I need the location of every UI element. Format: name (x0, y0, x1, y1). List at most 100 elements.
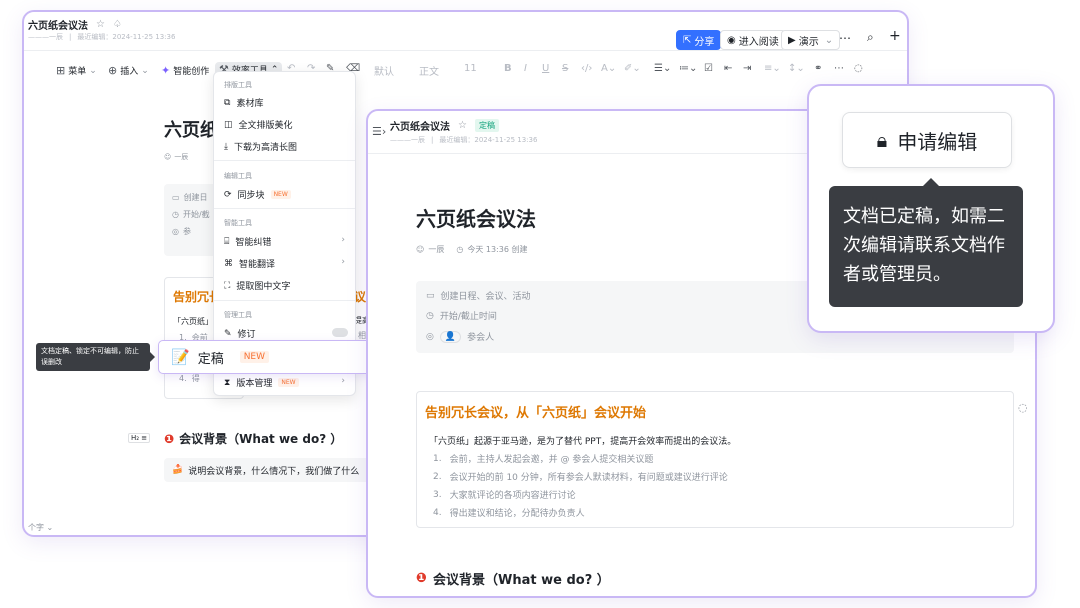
checkbox-icon[interactable]: ☑ (704, 63, 713, 74)
more-icon[interactable]: ⋯ (839, 31, 851, 45)
clock-icon: ◷ (456, 245, 464, 254)
lock-icon: 🔒︎ (876, 128, 888, 152)
section-intro: 「六页纸」起源于亚马逊，是为了替代 PPT，提高开会效率而提出的会议法。 (429, 437, 737, 447)
chevron-right-icon: › (341, 376, 345, 386)
list-item: 4. 得出建议和结论，分配待办负责人 (433, 507, 585, 520)
image-icon: ⧉ (224, 97, 231, 108)
spellcheck-icon: ⌸ (224, 236, 230, 247)
calendar-icon: ▭ (172, 193, 180, 202)
menu-item-material-library[interactable]: ⧉ 素材库 (224, 96, 263, 110)
search-icon[interactable]: ⌕ (867, 30, 874, 45)
chevron-right-icon: › (341, 235, 345, 245)
download-icon: ⤓ (224, 141, 228, 152)
menu-item-version-manage[interactable]: ⧗ 版本管理 NEW (224, 376, 299, 389)
more-format-icon[interactable]: ⋯ (834, 63, 844, 74)
ordered-list-icon[interactable]: ≔⌄ (679, 63, 697, 74)
share-button[interactable]: ⇱ 分享 (676, 30, 722, 50)
word-count: 个字 ⌄ (28, 523, 54, 532)
finalized-badge: 定稿 (474, 119, 499, 132)
share-icon: ⇱ (683, 34, 692, 46)
bell-icon[interactable]: ♤ (113, 19, 122, 30)
style-select[interactable]: 默认 (374, 63, 394, 78)
italic-icon[interactable]: I (524, 63, 527, 74)
bullet-list-icon[interactable]: ☰⌄ (654, 63, 671, 74)
number-one-icon: ❶ (164, 431, 175, 446)
add-icon[interactable]: + (889, 28, 901, 44)
ai-create-button[interactable]: ✦ 智能创作 (161, 64, 209, 77)
section-title: 告别冗长会议，从「六页纸」会议开始 (425, 406, 647, 421)
highlight-icon[interactable]: ✐⌄ (624, 63, 641, 74)
chevron-down-icon[interactable]: ⌄ (825, 35, 833, 46)
sync-icon: ⟳ (224, 189, 232, 200)
code-icon[interactable]: ‹/› (581, 63, 592, 74)
meta-schedule[interactable]: ▭ 创建日程、会议、活动 (426, 289, 531, 303)
back-author: ☺ 一辰 (164, 153, 189, 161)
clock-icon: ◷ (172, 210, 179, 219)
request-edit-button[interactable]: 🔒︎ 申请编辑 (842, 112, 1012, 168)
bold-icon[interactable]: B (504, 63, 512, 74)
back-doc-meta: ———一辰 | 最近编辑：2024-11-25 13:36 (28, 33, 176, 41)
indent-icon[interactable]: ⇥ (743, 63, 751, 74)
comment-icon[interactable]: ◌ (1018, 401, 1028, 414)
font-color-icon[interactable]: A⌄ (601, 63, 616, 74)
menu-item-beautify[interactable]: ◫ 全文排版美化 (224, 118, 293, 132)
sparkle-icon: ✦ (161, 64, 171, 77)
menu-item-smart-translate[interactable]: ⌘ 智能翻译 (224, 257, 275, 271)
menu-item-smart-correct[interactable]: ⌸ 智能纠错 (224, 235, 271, 249)
block-handle[interactable]: H₂ ≡ (128, 433, 151, 443)
finalized-message: 文档已定稿，如需二次编辑请联系文档作者或管理员。 (829, 186, 1023, 307)
list-item: 1. 会前，主持人发起会邀，并 @ 参会人提交相关议题 (433, 453, 654, 466)
insert-button[interactable]: ⊕ 插入 ⌄ (108, 64, 149, 77)
menu-button[interactable]: ⊞ 菜单 ⌄ (56, 64, 97, 77)
strikethrough-icon[interactable]: S (562, 63, 568, 74)
scan-icon: ⛶ (224, 280, 231, 291)
read-mode-button[interactable]: ◉ 进入阅读 (720, 30, 786, 50)
font-size-select[interactable]: 11 (464, 63, 477, 74)
request-edit-label: 申请编辑 (897, 129, 978, 154)
menu-item-download-image[interactable]: ⤓ 下载为高清长图 (224, 140, 297, 154)
menu-group-manage: 管理工具 (224, 311, 252, 319)
history-icon: ⧗ (224, 377, 231, 388)
cake-icon: 🍰 (172, 465, 184, 475)
menu-item-ocr[interactable]: ⛶ 提取图中文字 (224, 279, 290, 293)
star-icon[interactable]: ☆ (458, 120, 467, 131)
star-icon[interactable]: ☆ (96, 19, 105, 30)
translate-icon: ⌘ (224, 258, 233, 269)
back-big-title: 六页纸 (164, 120, 218, 141)
chevron-right-icon: › (341, 257, 345, 267)
grid-icon: ⊞ (56, 64, 66, 77)
menu-group-layout: 排版工具 (224, 81, 252, 89)
back-doc-title[interactable]: 六页纸会议法 (28, 17, 88, 32)
menu-item-sync-block[interactable]: ⟳ 同步块 NEW (224, 188, 291, 201)
finalize-label: 定稿 (197, 351, 224, 367)
participant-icon: 👤 (439, 330, 462, 343)
back-title-row: 六页纸会议法 ☆ ♤ (28, 17, 122, 32)
plus-circle-icon: ⊕ (108, 64, 118, 77)
present-button[interactable]: ▶ 演示 ⌄ (781, 30, 841, 50)
user-icon: ◎ (172, 227, 179, 236)
revision-icon: ✎ (224, 328, 232, 339)
outdent-icon[interactable]: ⇤ (724, 63, 732, 74)
outline-icon[interactable]: ☰› (372, 125, 386, 138)
front-doc-title[interactable]: 六页纸会议法 (390, 118, 450, 133)
avatar: ☺ (164, 153, 172, 161)
align-icon[interactable]: ≡⌄ (764, 63, 781, 74)
underline-icon[interactable]: U (542, 63, 549, 74)
comment-icon[interactable]: ◌ (854, 63, 863, 74)
link-icon[interactable]: ⚭ (814, 63, 822, 74)
finalize-tooltip: 文档定稿、锁定不可编辑，防止误删改 (36, 343, 150, 371)
finalize-menu-item[interactable]: 📝 定稿 NEW (158, 340, 380, 374)
meta-time[interactable]: ◷ 开始/截止时间 (426, 309, 497, 323)
back-bg-desc: 🍰 说明会议背景，什么情况下，我们做了什么 (164, 458, 374, 482)
number-one-icon: ❶ (416, 571, 428, 586)
new-badge: NEW (239, 351, 270, 363)
front-title-row: 六页纸会议法 ☆ 定稿 (390, 118, 499, 133)
tooltip-arrow (150, 352, 155, 362)
revision-toggle[interactable] (332, 328, 348, 337)
front-bg-heading: ❶ 会议背景（What we do? ） (416, 571, 610, 588)
calendar-icon: ▭ (426, 290, 435, 301)
meta-participants[interactable]: ◎ 👤 参会人 (426, 330, 494, 343)
paragraph-select[interactable]: 正文 (419, 63, 439, 78)
menu-item-revision[interactable]: ✎ 修订 (224, 327, 256, 341)
line-height-icon[interactable]: ↕⌄ (788, 63, 805, 74)
